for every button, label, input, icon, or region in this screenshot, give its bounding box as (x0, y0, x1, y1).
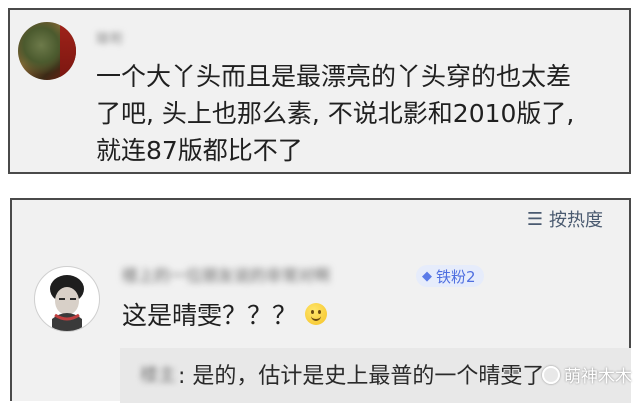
comment-line: 了吧, 头上也那么素, 不说北影和2010版了, (96, 99, 575, 128)
reply-username-blurred[interactable]: 楼主 (140, 361, 176, 386)
watermark-logo-icon (542, 365, 560, 384)
username-blurred[interactable]: 楼上的一位朋友说的非常对啊 (122, 262, 422, 284)
comment-line: 这是晴雯？？？ (122, 301, 298, 330)
reply-text: : 是的，估计是史上最普的一个晴雯了 (178, 364, 545, 389)
comment-line: 一个大丫头而且是最漂亮的丫头穿的也太差 (96, 62, 572, 91)
comment-text: 这是晴雯？？？ (122, 296, 328, 332)
watermark: 萌神木木 (542, 362, 632, 387)
sort-by-hot-button[interactable]: ☰ 按热度 (527, 206, 603, 232)
smile-emoji-icon (305, 303, 328, 325)
watermark-text: 萌神木木 (564, 367, 632, 387)
avatar[interactable] (34, 266, 100, 332)
avatar[interactable] (18, 22, 76, 80)
badge-label: 铁粉2 (436, 267, 476, 286)
sort-label: 按热度 (549, 210, 603, 231)
comment-card-2: ☰ 按热度 楼上的一位朋友说的非常对啊 ◆ 铁粉2 这是晴雯？？？ 楼主 : 是… (10, 198, 631, 403)
comment-text: 一个大丫头而且是最漂亮的丫头穿的也太差 了吧, 头上也那么素, 不说北影和201… (96, 58, 626, 169)
avatar-portrait-icon (50, 275, 84, 331)
diamond-icon: ◆ (422, 268, 432, 284)
sort-lines-icon: ☰ (526, 208, 543, 230)
comment-card-1: 琼珩 一个大丫头而且是最漂亮的丫头穿的也太差 了吧, 头上也那么素, 不说北影和… (8, 8, 631, 174)
comment-line: 就连87版都比不了 (96, 136, 303, 165)
username-blurred[interactable]: 琼珩 (96, 28, 142, 47)
fan-badge[interactable]: ◆ 铁粉2 (416, 265, 484, 287)
